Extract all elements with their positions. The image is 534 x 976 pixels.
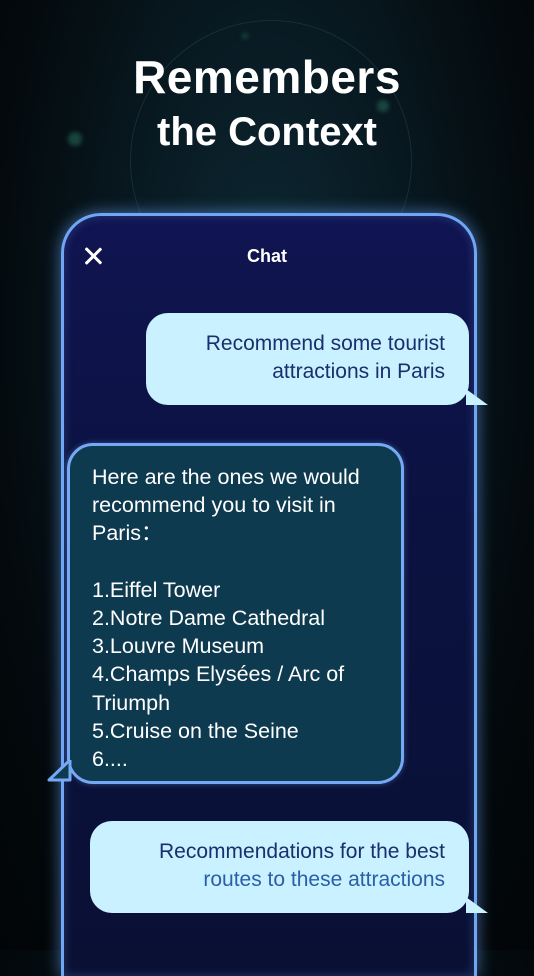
headline-subtitle: the Context	[157, 110, 377, 154]
bubble-tail	[46, 760, 72, 784]
user-message-bubble: Recommend some tourist attractions in Pa…	[146, 313, 469, 405]
chat-title: Chat	[247, 246, 287, 266]
assistant-message-bubble: Here are the ones we would recommend you…	[67, 443, 404, 784]
headline-title: Remembers	[133, 51, 401, 103]
message-text-line: routes to these attractions	[203, 868, 445, 891]
message-text-line: Recommendations for the best	[159, 840, 445, 863]
user-message-bubble: Recommendations for the best routes to t…	[90, 821, 469, 913]
message-text-line: Recommend some tourist	[205, 332, 445, 355]
bubble-tail	[466, 389, 488, 405]
background-particle	[242, 33, 248, 39]
message-text-line: attractions in Paris	[272, 360, 445, 383]
bubble-tail	[466, 897, 488, 913]
